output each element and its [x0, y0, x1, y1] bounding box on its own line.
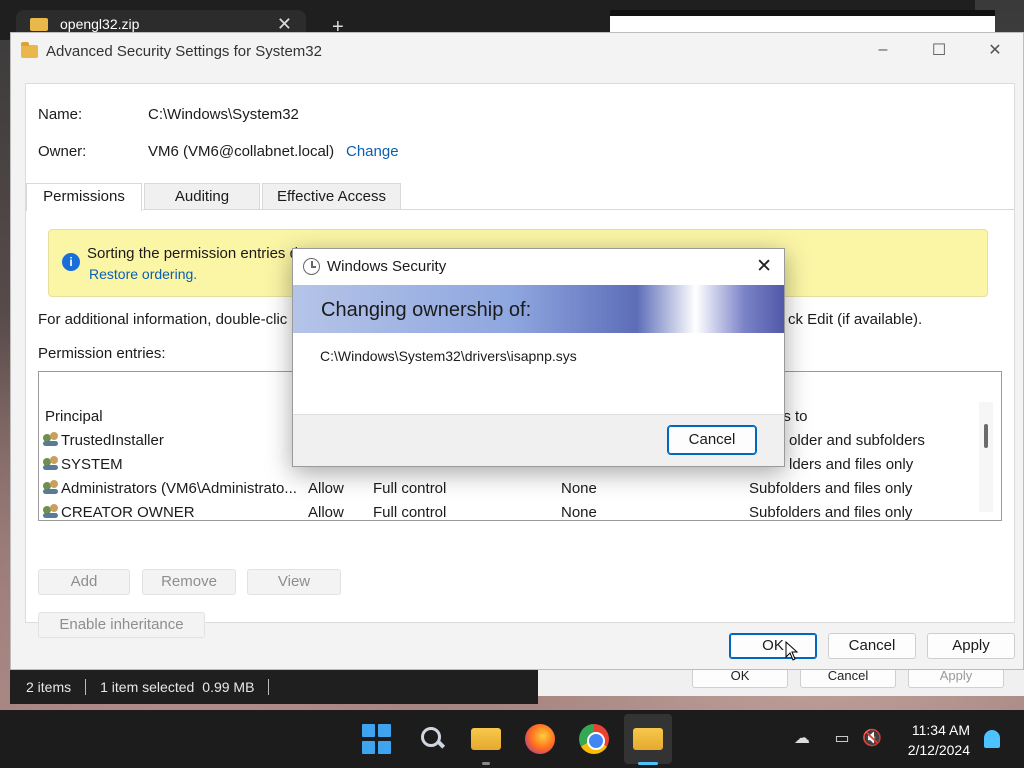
row-principal: TrustedInstaller [61, 432, 164, 449]
column-principal[interactable]: Principal [45, 408, 103, 425]
remove-button[interactable]: Remove [142, 569, 236, 595]
explorer-statusbar: 2 items 1 item selected 0.99 MB [10, 670, 538, 704]
window-controls: – ☐ ✕ [855, 33, 1023, 67]
row-type: Allow [308, 504, 344, 521]
close-icon[interactable]: ✕ [756, 255, 772, 278]
row-principal: CREATOR OWNER [61, 504, 195, 521]
selected-count: 1 item selected [100, 679, 195, 695]
dialog-titlebar[interactable]: Windows Security ✕ [293, 249, 784, 284]
dialog-heading: Changing ownership of: [321, 299, 532, 321]
chrome-icon[interactable] [579, 724, 609, 754]
taskbar-clock[interactable]: 11:34 AM 2/12/2024 [908, 720, 970, 760]
row-applies: older and subfolders [789, 432, 925, 449]
titlebar[interactable]: Advanced Security Settings for System32 … [11, 33, 1023, 69]
scrollbar[interactable] [979, 402, 993, 512]
row-inherited: None [561, 504, 597, 521]
owner-value: VM6 (VM6@collabnet.local) [148, 143, 335, 160]
info-icon: i [62, 253, 80, 271]
window-title: Advanced Security Settings for System32 [46, 42, 322, 60]
tabs: Permissions Auditing Effective Access [26, 183, 403, 211]
network-icon[interactable]: ▭ [832, 730, 852, 748]
table-row[interactable]: CREATOR OWNER Allow Full control None Su… [39, 502, 979, 521]
row-applies: lders and files only [789, 456, 914, 473]
permission-entries-label: Permission entries: [38, 345, 166, 362]
minimize-button[interactable]: – [855, 33, 911, 67]
info-text: Sorting the permission entries d [87, 245, 298, 262]
clock-icon [303, 258, 320, 275]
owner-label: Owner: [38, 143, 87, 160]
row-principal: Administrators (VM6\Administrato... [61, 480, 297, 497]
row-inherited: None [561, 480, 597, 497]
scroll-thumb[interactable] [984, 424, 988, 448]
search-icon[interactable] [418, 724, 448, 754]
dialog-cancel-button[interactable]: Cancel [667, 425, 757, 455]
row-access: Full control [373, 504, 447, 521]
taskbar: ☁ ▭ 🔇 11:34 AM 2/12/2024 [0, 710, 1024, 768]
name-label: Name: [38, 106, 83, 123]
change-owner-link[interactable]: Change [346, 143, 399, 160]
firefox-icon[interactable] [525, 724, 555, 754]
dialog-banner: Changing ownership of: [293, 285, 784, 333]
table-row[interactable]: Administrators (VM6\Administrato... Allo… [39, 478, 979, 502]
maximize-button[interactable]: ☐ [911, 33, 967, 67]
name-value: C:\Windows\System32 [148, 106, 299, 123]
dialog-title: Windows Security [327, 258, 447, 275]
ok-button[interactable]: OK [729, 633, 817, 659]
item-count: 2 items [26, 679, 72, 695]
enable-inheritance-button[interactable]: Enable inheritance [38, 612, 205, 638]
volume-muted-icon[interactable]: 🔇 [862, 730, 882, 748]
help-text-end: ck Edit (if available). [788, 311, 923, 328]
users-icon [43, 504, 59, 518]
tab-effective-access[interactable]: Effective Access [262, 183, 401, 210]
explorer-tab-label: opengl32.zip [60, 16, 140, 32]
dialog-footer: Cancel [293, 414, 784, 466]
row-access: Full control [373, 480, 447, 497]
windows-security-dialog: Windows Security ✕ Changing ownership of… [292, 248, 785, 467]
notification-bell-icon[interactable] [984, 730, 1000, 748]
restore-ordering-link[interactable]: Restore ordering. [89, 266, 197, 282]
tab-divider [143, 209, 1014, 210]
running-indicator [482, 762, 490, 765]
apply-button[interactable]: Apply [927, 633, 1015, 659]
cancel-button[interactable]: Cancel [828, 633, 916, 659]
row-principal: SYSTEM [61, 456, 123, 473]
tab-auditing[interactable]: Auditing [144, 183, 260, 210]
folder-icon [30, 18, 48, 31]
file-explorer-active-icon[interactable] [633, 728, 663, 750]
separator [85, 679, 87, 695]
clock-time: 11:34 AM [911, 722, 970, 738]
clock-date: 2/12/2024 [907, 742, 970, 758]
file-explorer-icon[interactable] [471, 728, 501, 750]
active-indicator [638, 762, 658, 765]
selected-size: 0.99 MB [202, 679, 255, 695]
users-icon [43, 456, 59, 470]
mouse-cursor-icon [785, 641, 799, 661]
view-button[interactable]: View [247, 569, 341, 595]
users-icon [43, 432, 59, 446]
tab-permissions[interactable]: Permissions [26, 183, 142, 211]
close-button[interactable]: ✕ [967, 33, 1023, 67]
start-icon[interactable] [362, 724, 392, 754]
row-applies: Subfolders and files only [749, 480, 913, 497]
folder-icon [21, 41, 38, 58]
row-applies: Subfolders and files only [749, 504, 913, 521]
users-icon [43, 480, 59, 494]
add-button[interactable]: Add [38, 569, 130, 595]
cloud-offline-icon[interactable]: ☁ [792, 730, 812, 748]
separator [268, 679, 270, 695]
row-type: Allow [308, 480, 344, 497]
ownership-path: C:\Windows\System32\drivers\isapnp.sys [320, 348, 577, 364]
